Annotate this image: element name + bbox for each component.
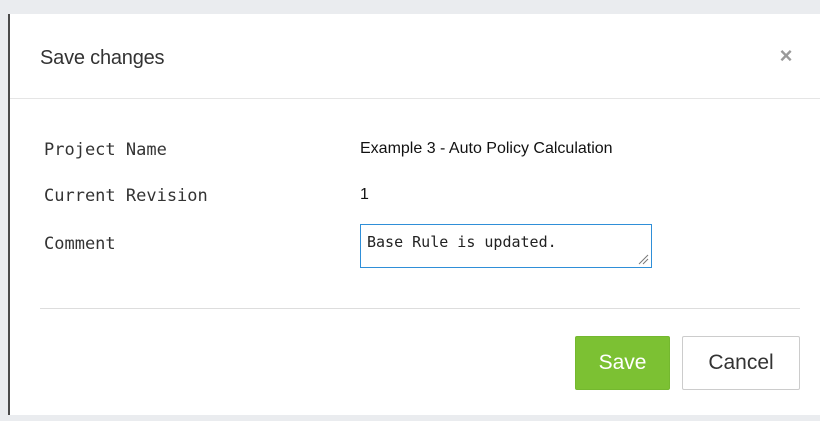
save-changes-dialog: Save changes × Project Name Example 3 - … (8, 14, 820, 415)
project-name-label: Project Name (44, 140, 167, 160)
current-revision-value: 1 (360, 186, 369, 203)
close-icon[interactable]: × (772, 42, 800, 70)
project-name-value: Example 3 - Auto Policy Calculation (360, 140, 613, 157)
comment-textarea[interactable] (360, 224, 652, 268)
dialog-title: Save changes (40, 47, 165, 69)
comment-label: Comment (44, 234, 116, 254)
footer-divider (40, 308, 800, 309)
resize-grip-icon[interactable] (638, 254, 649, 265)
dialog-header: Save changes × (10, 14, 820, 99)
cancel-button[interactable]: Cancel (682, 336, 800, 390)
save-button[interactable]: Save (575, 336, 670, 390)
current-revision-label: Current Revision (44, 186, 208, 206)
